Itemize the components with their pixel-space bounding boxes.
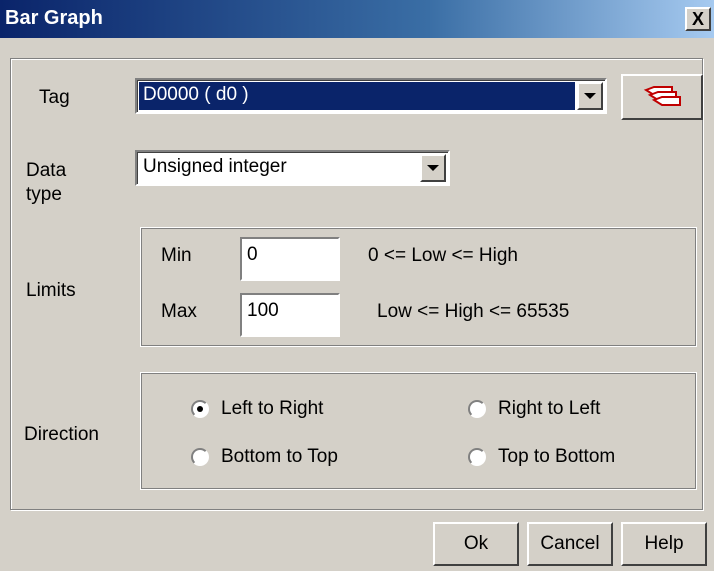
- cancel-button[interactable]: Cancel: [527, 522, 613, 566]
- radio-left-to-right[interactable]: Left to Right: [191, 398, 323, 420]
- chevron-down-icon: [584, 93, 596, 99]
- radio-top-to-bottom[interactable]: Top to Bottom: [468, 446, 615, 468]
- tag-label: Tag: [39, 87, 70, 108]
- cancel-button-label: Cancel: [540, 533, 600, 554]
- data-type-dropdown-button[interactable]: [420, 154, 446, 182]
- title-bar[interactable]: Bar Graph X: [0, 0, 714, 38]
- max-label: Max: [161, 301, 197, 322]
- direction-label: Direction: [24, 424, 99, 445]
- tag-stack-icon: [643, 86, 681, 106]
- radio-button-icon: [468, 448, 486, 466]
- min-hint: 0 <= Low <= High: [368, 245, 518, 266]
- ok-button-label: Ok: [463, 533, 489, 554]
- window-title: Bar Graph: [5, 7, 103, 29]
- tag-select-value: D0000 ( d0 ): [143, 84, 249, 105]
- tag-browse-button[interactable]: [621, 74, 703, 120]
- direction-group: [140, 372, 697, 490]
- data-type-select-value: Unsigned integer: [143, 156, 287, 177]
- min-label: Min: [161, 245, 192, 266]
- radio-label: Top to Bottom: [498, 446, 616, 467]
- limits-label: Limits: [26, 280, 76, 301]
- ok-button[interactable]: Ok: [433, 522, 519, 566]
- chevron-down-icon: [427, 165, 439, 171]
- radio-label: Right to Left: [498, 398, 601, 419]
- radio-label: Bottom to Top: [221, 446, 338, 467]
- close-button[interactable]: X: [685, 7, 711, 31]
- data-type-label-line2: type: [26, 184, 62, 205]
- radio-button-icon: [191, 400, 209, 418]
- radio-label: Left to Right: [221, 398, 324, 419]
- help-button-label: Help: [644, 533, 684, 554]
- max-input[interactable]: 100: [240, 293, 340, 337]
- help-button[interactable]: Help: [621, 522, 707, 566]
- radio-selected-dot: [197, 406, 203, 412]
- min-input[interactable]: 0: [240, 237, 340, 281]
- radio-right-to-left[interactable]: Right to Left: [468, 398, 600, 420]
- radio-button-icon: [191, 448, 209, 466]
- max-hint: Low <= High <= 65535: [377, 301, 570, 322]
- tag-select[interactable]: D0000 ( d0 ): [135, 78, 607, 114]
- max-input-value: 100: [247, 300, 279, 321]
- data-type-label-line1: Data: [26, 160, 67, 181]
- data-type-select[interactable]: Unsigned integer: [135, 150, 450, 186]
- tag-dropdown-button[interactable]: [577, 82, 603, 110]
- radio-bottom-to-top[interactable]: Bottom to Top: [191, 446, 338, 468]
- min-input-value: 0: [247, 244, 258, 265]
- close-icon: X: [691, 9, 704, 29]
- radio-button-icon: [468, 400, 486, 418]
